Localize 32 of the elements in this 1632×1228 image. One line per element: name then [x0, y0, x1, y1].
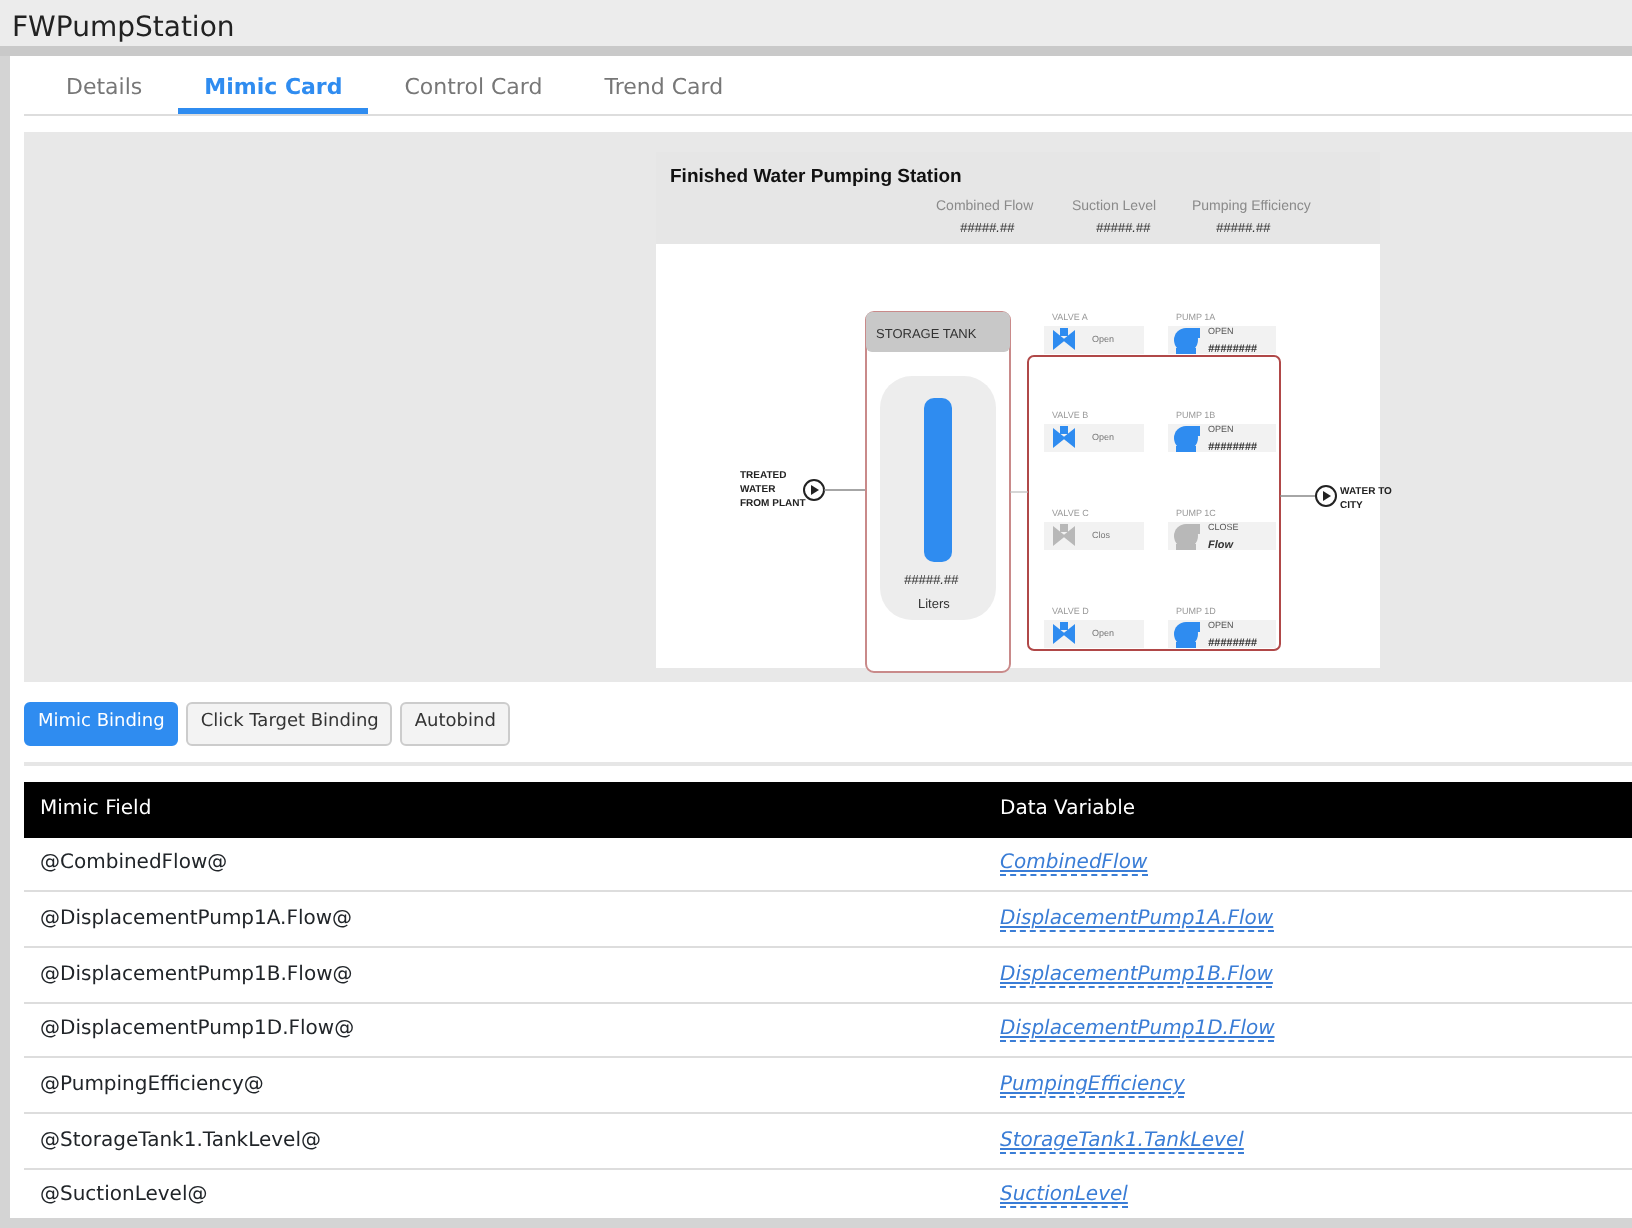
tab[interactable]: Details: [40, 66, 169, 114]
outlet-play-icon: [1315, 485, 1337, 507]
mimic-field-cell: @StorageTank1.TankLevel@: [40, 1129, 321, 1152]
window-title: FWPumpStation: [12, 12, 235, 44]
data-variable-link[interactable]: SuctionLevel: [1000, 1184, 1128, 1209]
data-variable-link[interactable]: DisplacementPump1B.Flow: [1000, 963, 1273, 988]
data-variable-link[interactable]: DisplacementPump1D.Flow: [1000, 1018, 1275, 1043]
mimic-field-cell: @DisplacementPump1A.Flow@: [40, 908, 353, 931]
tab[interactable]: Mimic Card: [178, 66, 369, 114]
pump-icon: [1174, 328, 1200, 354]
data-variable-link[interactable]: StorageTank1.TankLevel: [1000, 1129, 1244, 1154]
binding-tab-button[interactable]: Autobind: [400, 702, 510, 745]
inlet-play-icon: [803, 479, 825, 501]
mimic-field-cell: @DisplacementPump1B.Flow@: [40, 963, 353, 986]
pump-icon: [1174, 622, 1200, 648]
data-variable-link[interactable]: DisplacementPump1A.Flow: [1000, 908, 1274, 933]
mimic-field-cell: @SuctionLevel@: [40, 1184, 208, 1207]
tank-header: [866, 312, 1010, 352]
data-variable-link[interactable]: PumpingEfficiency: [1000, 1074, 1185, 1099]
pump-icon: [1174, 524, 1200, 550]
column-header: Mimic Field: [38, 796, 154, 824]
mimic-field-cell: @DisplacementPump1D.Flow@: [40, 1018, 355, 1041]
tab[interactable]: Control Card: [378, 66, 569, 114]
mimic-field-cell: @PumpingEfficiency@: [40, 1074, 264, 1097]
mimic-title: Finished Water Pumping Station: [670, 166, 962, 188]
pump-icon: [1174, 426, 1200, 452]
binding-tab-button[interactable]: Click Target Binding: [186, 702, 393, 745]
binding-tab-button[interactable]: Mimic Binding: [24, 702, 179, 745]
mimic-field-cell: @CombinedFlow@: [40, 852, 228, 875]
data-variable-link[interactable]: CombinedFlow: [1000, 852, 1148, 877]
tab[interactable]: Trend Card: [578, 66, 750, 114]
column-header: Data Variable: [1000, 796, 1136, 824]
